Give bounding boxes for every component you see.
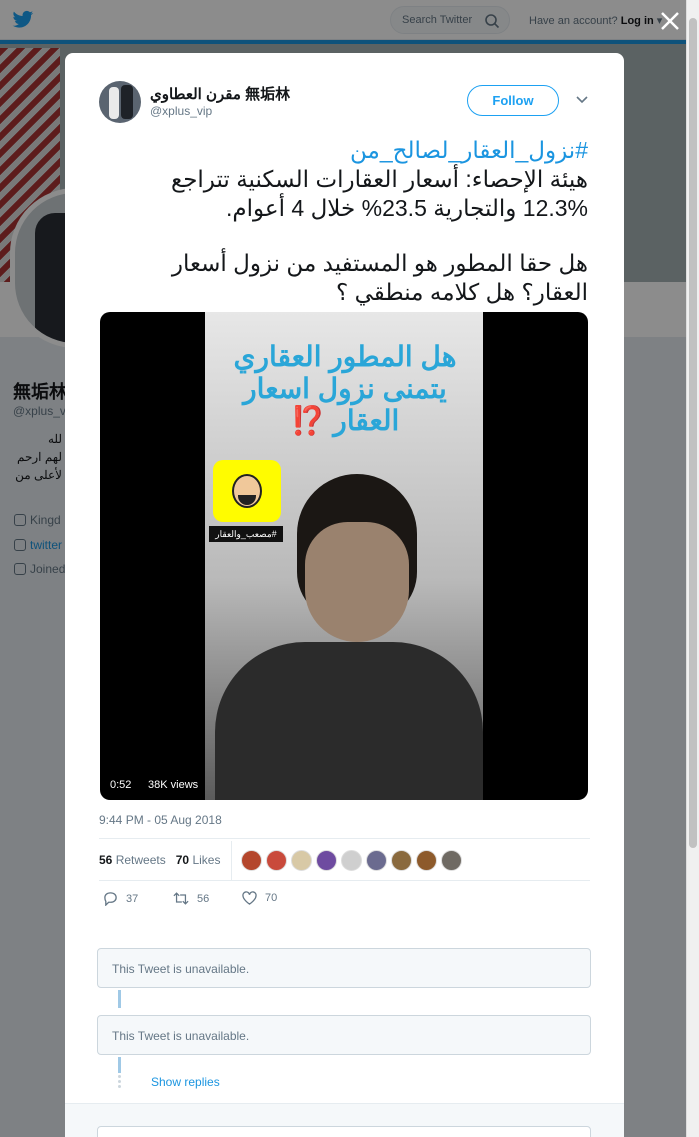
liker-avatar[interactable] [391,850,412,871]
liker-avatar[interactable] [266,850,287,871]
snapcode-badge [213,460,281,522]
retweets-count[interactable]: 56 [99,853,112,867]
show-replies-link[interactable]: Show replies [151,1075,220,1089]
liker-avatar[interactable] [291,850,312,871]
tweet-line: 12.3% والتجارية 23.5% خلال 4 أعوام. [226,195,588,221]
page-scrollbar[interactable] [686,0,699,1137]
retweet-action[interactable]: 56 [173,891,209,906]
divider [99,838,590,839]
hashtag-link[interactable]: #نزول_العقار_لصالح_من [99,136,588,165]
author-handle[interactable]: @xplus_vip [150,104,212,118]
retweets-label[interactable]: Retweets [116,853,166,867]
video-overlay-text: يتمنى نزول اسعار [243,373,447,404]
next-reply-card[interactable] [97,1126,591,1137]
thread-dots [118,1075,121,1090]
video-overlay-text: هل المطور العقاري [233,341,457,372]
retweet-icon [173,892,189,905]
unavailable-text: This Tweet is unavailable. [112,962,250,976]
tweet-line: العقار؟ هل كلامه منطقي ؟ [335,279,588,305]
video-overlay-text: العقار ⁉️ [215,404,475,437]
divider [99,880,590,881]
thread-connector [118,990,121,1008]
reply-action[interactable]: 37 [103,891,139,907]
overlay-marks: ⁉️ [290,405,326,436]
overlay-word: العقار [333,405,400,436]
like-count: 70 [265,892,278,904]
snap-hashtag: #مصعب_والعقار [209,526,283,542]
scrollbar-thumb[interactable] [689,18,697,848]
close-icon[interactable] [659,10,681,32]
tweet-text: #نزول_العقار_لصالح_من هيئة الإحصاء: أسعا… [99,136,588,307]
video-duration: 0:52 [106,776,136,794]
speaker-body [215,642,483,800]
chevron-down-icon[interactable] [576,96,588,104]
reply-icon [104,892,117,907]
likes-label[interactable]: Likes [192,853,220,867]
thread-connector [118,1057,121,1073]
tweet-line: هل حقا المطور هو المستفيد من نزول أسعار [171,250,588,276]
liker-avatar[interactable] [366,850,387,871]
unavailable-text: This Tweet is unavailable. [112,1029,250,1043]
heart-icon [242,891,257,905]
reply-count: 37 [126,893,139,905]
liker-avatar[interactable] [316,850,337,871]
unavailable-tweet-card[interactable]: This Tweet is unavailable. [97,1015,591,1055]
liker-avatars [241,850,466,872]
video-frame: هل المطور العقاري يتمنى نزول اسعار العقا… [205,312,483,800]
retweet-count: 56 [197,893,210,905]
liker-avatar[interactable] [241,850,262,871]
tweet-modal: مقرن العطاوي 無垢林 @xplus_vip Follow #نزول… [65,53,624,1137]
video-player[interactable]: هل المطور العقاري يتمنى نزول اسعار العقا… [100,312,588,800]
video-views: 38K views [144,776,203,794]
tweet-stats: 56 Retweets 70 Likes [99,853,220,867]
likes-count[interactable]: 70 [176,853,189,867]
follow-button[interactable]: Follow [467,85,559,116]
tweet-line: هيئة الإحصاء: أسعار العقارات السكنية تتر… [170,166,588,192]
tweet-timestamp[interactable]: 9:44 PM - 05 Aug 2018 [99,813,222,827]
liker-avatar[interactable] [416,850,437,871]
stats-separator [231,841,232,881]
liker-avatar[interactable] [341,850,362,871]
author-name[interactable]: مقرن العطاوي 無垢林 [150,83,290,104]
speaker-face [305,522,409,642]
author-avatar[interactable] [99,81,141,123]
liker-avatar[interactable] [441,850,462,871]
unavailable-tweet-card[interactable]: This Tweet is unavailable. [97,948,591,988]
bitmoji-face [232,474,262,508]
like-action[interactable]: 70 [242,891,277,905]
